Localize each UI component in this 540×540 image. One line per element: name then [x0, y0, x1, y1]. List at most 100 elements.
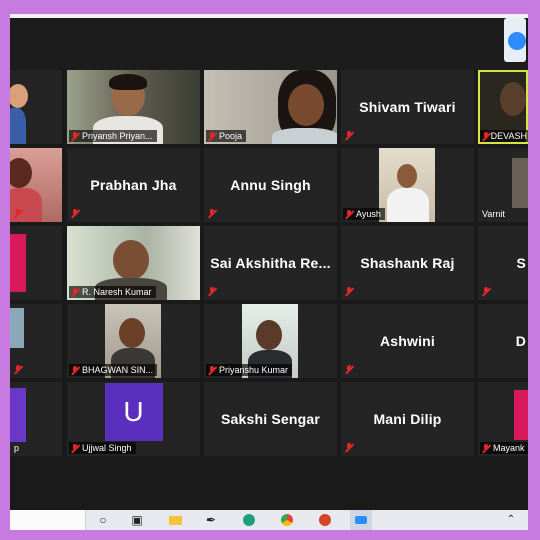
- muted-mic-icon: [14, 209, 22, 218]
- participant-name: Mayank: [493, 443, 525, 453]
- powerpoint-icon[interactable]: [318, 513, 332, 527]
- participant-avatar: U: [104, 383, 163, 441]
- participant-face: [256, 320, 282, 350]
- participant-name: Annu Singh: [230, 177, 311, 193]
- search-icon[interactable]: ○: [96, 513, 110, 527]
- pen-icon[interactable]: ✒: [204, 513, 218, 527]
- video-tile[interactable]: Pooja: [204, 70, 337, 144]
- video-tile[interactable]: Annu Singh: [204, 148, 337, 222]
- video-tile[interactable]: [10, 304, 62, 378]
- muted-mic-icon: [482, 287, 490, 296]
- participant-name-label: DEVASH: [480, 130, 528, 142]
- video-tile[interactable]: U Ujjwal Singh: [67, 382, 200, 456]
- participant-name: Priyansh Priyan...: [82, 131, 153, 141]
- muted-mic-icon: [71, 287, 79, 297]
- chevron-up-icon[interactable]: ⌃: [504, 513, 518, 527]
- participant-name-label: Mayank: [480, 442, 528, 454]
- video-tile[interactable]: Mani Dilip: [341, 382, 474, 456]
- video-tile[interactable]: Prabhan Jha: [67, 148, 200, 222]
- muted-mic-icon: [345, 365, 353, 374]
- video-tile[interactable]: Ashwini: [341, 304, 474, 378]
- video-tile[interactable]: R. Naresh Kumar: [67, 226, 200, 300]
- participant-face: [397, 164, 417, 188]
- muted-mic-icon: [71, 131, 79, 141]
- participant-name: Ujjwal Singh: [82, 443, 132, 453]
- participant-name-label: BHAGWAN SIN...: [69, 364, 158, 376]
- video-tile[interactable]: Shivam Tiwari: [341, 70, 474, 144]
- participant-name-label: Ujjwal Singh: [69, 442, 136, 454]
- muted-mic-icon: [14, 365, 22, 374]
- participant-name: p: [14, 443, 20, 453]
- participant-name: D: [515, 333, 526, 349]
- participant-name-label: Priyanshu Kumar: [206, 364, 293, 376]
- participant-face: [113, 240, 149, 280]
- zoom-window: Priyansh Priyan... Pooja Shivam Tiwari D…: [10, 14, 528, 530]
- task-view-icon[interactable]: ▣: [130, 513, 144, 527]
- participant-video: [10, 308, 24, 348]
- participant-name: Ashwini: [379, 333, 436, 349]
- video-tile[interactable]: [10, 70, 62, 144]
- participant-name: Shashank Raj: [360, 255, 455, 271]
- video-tile-active-speaker[interactable]: DEVASH: [478, 70, 528, 144]
- video-tile[interactable]: Sakshi Sengar: [204, 382, 337, 456]
- top-bar: [10, 14, 528, 70]
- muted-mic-icon: [71, 209, 79, 218]
- participant-avatar: [514, 390, 528, 440]
- muted-mic-icon: [345, 131, 353, 140]
- participant-name: Varnit: [482, 209, 505, 219]
- video-tile[interactable]: D: [478, 304, 528, 378]
- video-tile[interactable]: p: [10, 382, 62, 456]
- video-tile[interactable]: Mayank: [478, 382, 528, 456]
- muted-mic-icon: [482, 443, 490, 453]
- participant-body: [10, 108, 26, 144]
- video-tile[interactable]: Varnit: [478, 148, 528, 222]
- muted-mic-icon: [482, 131, 488, 141]
- participant-name-label: Pooja: [206, 130, 247, 142]
- participant-video: [512, 158, 528, 208]
- video-tile[interactable]: BHAGWAN SIN...: [67, 304, 200, 378]
- self-view-thumbnail[interactable]: [504, 18, 526, 62]
- folder-icon[interactable]: [168, 513, 182, 527]
- muted-mic-icon: [208, 131, 216, 141]
- participant-name: Sai Akshitha Re...: [210, 255, 331, 271]
- zoom-icon[interactable]: [350, 510, 372, 530]
- participant-name: R. Naresh Kumar: [82, 287, 152, 297]
- participant-name-label: Ayush: [343, 208, 385, 220]
- participant-video: [10, 84, 28, 108]
- participant-avatar: [10, 388, 26, 442]
- participant-name: DEVASH: [490, 131, 527, 141]
- participant-name: Pooja: [219, 131, 243, 141]
- video-tile[interactable]: [10, 226, 62, 300]
- video-tile[interactable]: Priyansh Priyan...: [67, 70, 200, 144]
- video-tile[interactable]: Priyanshu Kumar: [204, 304, 337, 378]
- participant-body: [387, 188, 429, 222]
- title-strip: [10, 14, 528, 18]
- muted-mic-icon: [71, 443, 79, 453]
- participant-hair: [109, 74, 147, 90]
- muted-mic-icon: [345, 209, 353, 219]
- taskbar-search-box[interactable]: [10, 510, 86, 530]
- video-tile[interactable]: Shashank Raj: [341, 226, 474, 300]
- participant-name: Mani Dilip: [373, 411, 442, 427]
- muted-mic-icon: [208, 365, 216, 375]
- muted-mic-icon: [208, 209, 216, 218]
- muted-mic-icon: [71, 365, 79, 375]
- edge-icon[interactable]: [242, 513, 256, 527]
- participant-face: [500, 82, 526, 116]
- chrome-icon[interactable]: [280, 513, 294, 527]
- video-tile[interactable]: Ayush: [341, 148, 474, 222]
- video-tile[interactable]: Sai Akshitha Re...: [204, 226, 337, 300]
- participant-avatar: [10, 234, 26, 292]
- participant-face: [288, 84, 324, 126]
- participant-name: Sakshi Sengar: [220, 411, 321, 427]
- video-tile[interactable]: S: [478, 226, 528, 300]
- video-tile[interactable]: [10, 148, 62, 222]
- participant-name-label: p: [12, 442, 23, 454]
- participant-name: BHAGWAN SIN...: [82, 365, 154, 375]
- zoom-icon: [508, 32, 526, 50]
- windows-taskbar: ○ ▣ ✒ ⌃: [10, 510, 528, 530]
- participant-name-label: R. Naresh Kumar: [69, 286, 156, 298]
- participant-face: [119, 318, 145, 348]
- participant-body: [272, 128, 337, 144]
- muted-mic-icon: [345, 443, 353, 452]
